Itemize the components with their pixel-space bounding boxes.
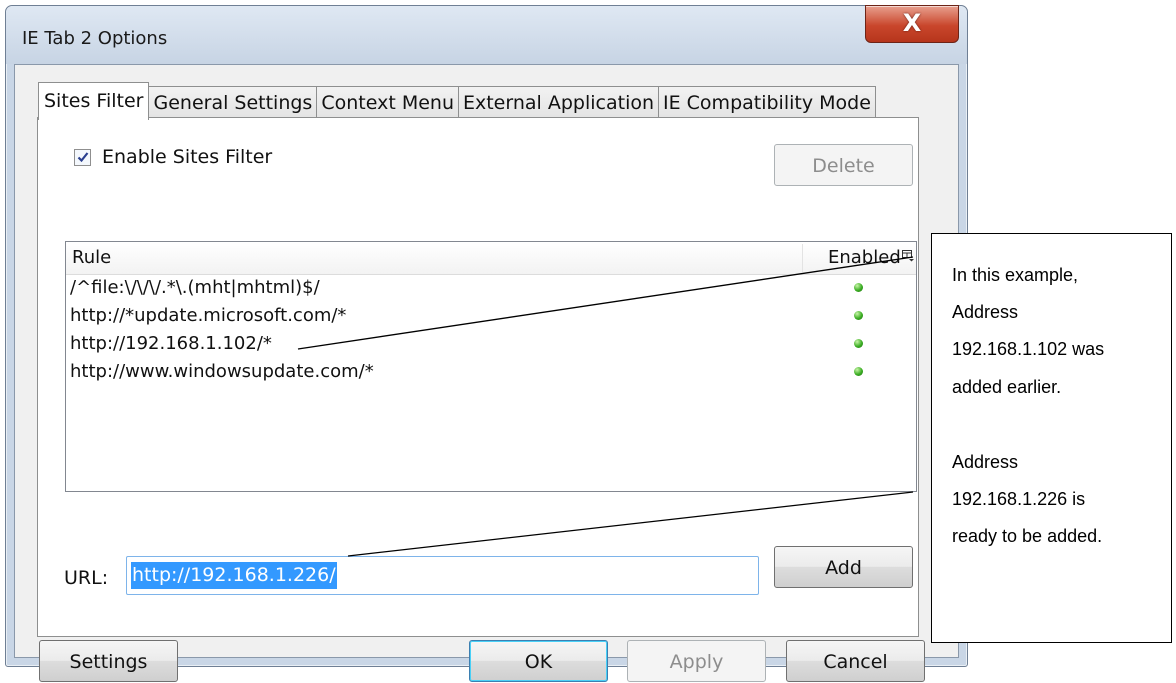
close-icon: X [902,9,922,37]
checkmark-icon [77,152,88,163]
apply-button[interactable]: Apply [627,640,766,682]
callout-line: 192.168.1.102 was [952,339,1105,359]
dialog-client: Sites Filter General Settings Context Me… [14,64,959,682]
enable-sites-filter-checkbox[interactable] [74,148,91,166]
callout-line: ready to be added. [952,526,1103,546]
enabled-indicator-icon [854,367,863,376]
enabled-indicator-icon [854,339,863,348]
url-input[interactable]: http://192.168.1.226/ [126,556,759,595]
window-title: IE Tab 2 Options [22,28,168,49]
column-header-enabled[interactable]: Enabled [828,247,901,268]
tab-external-application[interactable]: External Application [457,86,660,119]
rules-list-header: Rule Enabled [66,242,916,275]
rule-text: http://*update.microsoft.com/* [70,305,347,326]
column-chooser-icon[interactable] [902,250,915,262]
cancel-button[interactable]: Cancel [786,640,925,682]
title-bar[interactable]: IE Tab 2 Options X [6,5,967,64]
list-item[interactable]: http://www.windowsupdate.com/* [66,359,916,387]
rule-text: http://www.windowsupdate.com/* [70,361,374,382]
tab-strip: Sites Filter General Settings Context Me… [38,82,876,120]
column-header-rule[interactable]: Rule [72,247,111,268]
tab-ie-compatibility-mode[interactable]: IE Compatibility Mode [658,86,876,119]
tab-general-settings[interactable]: General Settings [148,86,318,119]
tab-context-menu[interactable]: Context Menu [316,86,459,119]
column-divider[interactable] [802,244,803,272]
enabled-indicator-icon [854,283,863,292]
delete-button[interactable]: Delete [774,144,913,186]
rule-text: /^file:\/\/\/.*\.(mht|mhtml)$/ [70,277,320,298]
url-input-selected-text: http://192.168.1.226/ [131,562,337,589]
sites-filter-panel: Enable Sites Filter Delete Rule Enabled [37,117,919,637]
enable-sites-filter-label: Enable Sites Filter [102,146,273,168]
callout-line: 192.168.1.226 is [952,489,1086,509]
list-item[interactable]: http://*update.microsoft.com/* [66,303,916,331]
options-window: IE Tab 2 Options X Sites Filter General … [5,5,968,682]
callout-line: Address [952,302,1019,322]
close-button[interactable]: X [865,5,959,43]
tab-sites-filter[interactable]: Sites Filter [38,82,150,120]
settings-button[interactable]: Settings [39,640,178,682]
callout-line: In this example, [952,265,1079,285]
ok-button[interactable]: OK [469,640,608,682]
callout-line: added earlier. [952,377,1062,397]
add-button[interactable]: Add [774,546,913,588]
enable-sites-filter-row[interactable]: Enable Sites Filter [74,146,272,168]
callout-line: Address [952,452,1019,472]
rules-list[interactable]: Rule Enabled /^file:\/\/\/.*\.(mht|mhtml… [65,241,917,492]
url-label: URL: [64,567,109,589]
rule-text: http://192.168.1.102/* [70,333,272,354]
list-item[interactable]: /^file:\/\/\/.*\.(mht|mhtml)$/ [66,275,916,303]
list-item[interactable]: http://192.168.1.102/* [66,331,916,359]
annotation-callout: In this example, Address 192.168.1.102 w… [931,233,1172,643]
enabled-indicator-icon [854,311,863,320]
